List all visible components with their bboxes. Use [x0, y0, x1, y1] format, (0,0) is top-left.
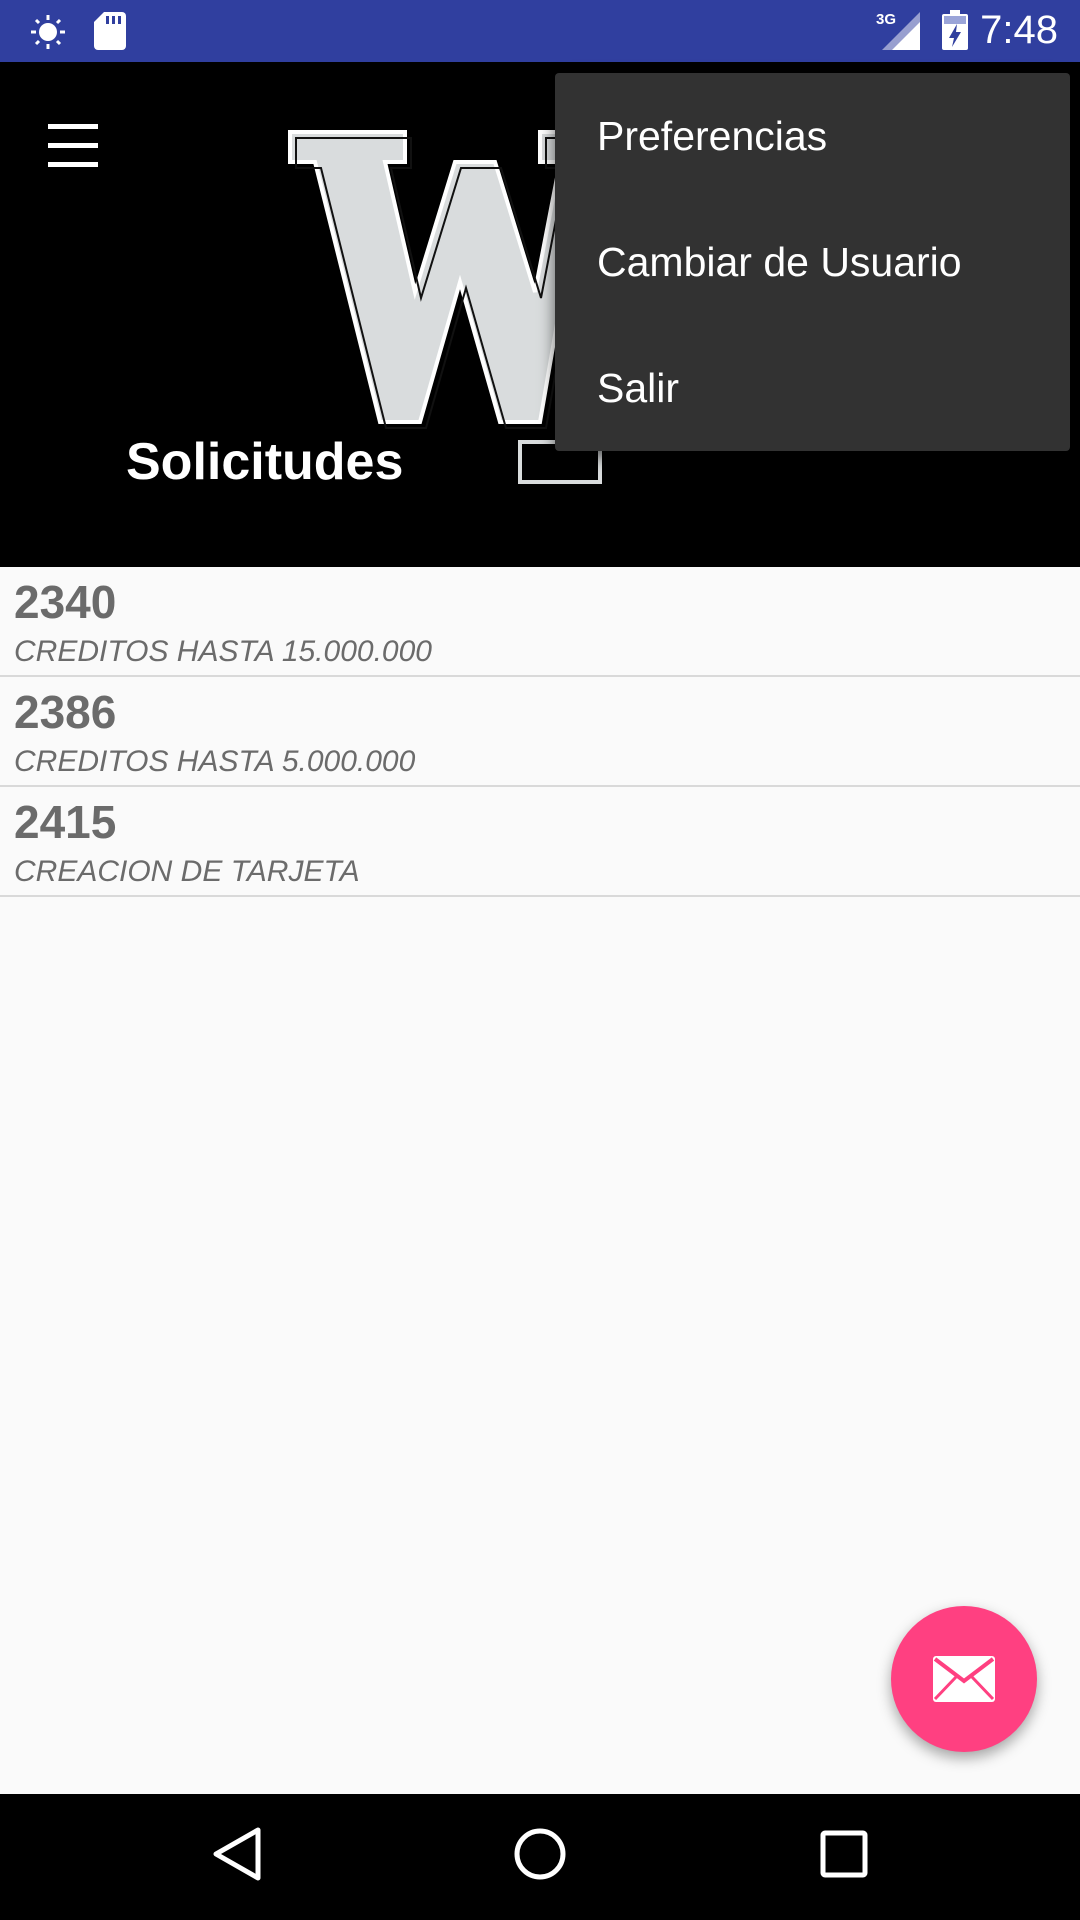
back-icon[interactable]	[210, 1824, 264, 1889]
recents-icon[interactable]	[814, 1824, 874, 1889]
signal-icon: 3G	[876, 10, 922, 55]
list-item[interactable]: 2340 CREDITOS HASTA 15.000.000	[0, 567, 1080, 677]
status-bar: 3G 7:48	[0, 0, 1080, 62]
requests-list: 2340 CREDITOS HASTA 15.000.000 2386 CRED…	[0, 567, 1080, 897]
navigation-bar	[0, 1794, 1080, 1920]
brightness-icon	[28, 14, 68, 55]
request-description: CREDITOS HASTA 15.000.000	[14, 635, 432, 668]
request-id: 2386	[14, 686, 117, 738]
clock: 7:48	[980, 8, 1058, 52]
home-icon[interactable]	[510, 1824, 570, 1889]
overflow-menu: Preferencias Cambiar de Usuario Salir	[555, 73, 1070, 451]
request-id: 2340	[14, 576, 117, 628]
request-id: 2415	[14, 796, 117, 848]
list-item[interactable]: 2386 CREDITOS HASTA 5.000.000	[0, 677, 1080, 787]
compose-fab-button[interactable]	[891, 1606, 1037, 1752]
request-description: CREDITOS HASTA 5.000.000	[14, 745, 416, 778]
mail-icon	[933, 1656, 995, 1702]
list-item[interactable]: 2415 CREACION DE TARJETA	[0, 787, 1080, 897]
request-description: CREACION DE TARJETA	[14, 855, 360, 888]
hamburger-menu-icon[interactable]	[40, 116, 106, 176]
menu-item-cambiar-usuario[interactable]: Cambiar de Usuario	[555, 199, 1070, 325]
menu-item-preferencias[interactable]: Preferencias	[555, 73, 1070, 199]
network-label: 3G	[876, 11, 896, 28]
menu-item-salir[interactable]: Salir	[555, 325, 1070, 451]
sd-card-icon	[94, 12, 126, 55]
battery-icon	[942, 10, 968, 55]
page-title: Solicitudes	[126, 433, 404, 491]
